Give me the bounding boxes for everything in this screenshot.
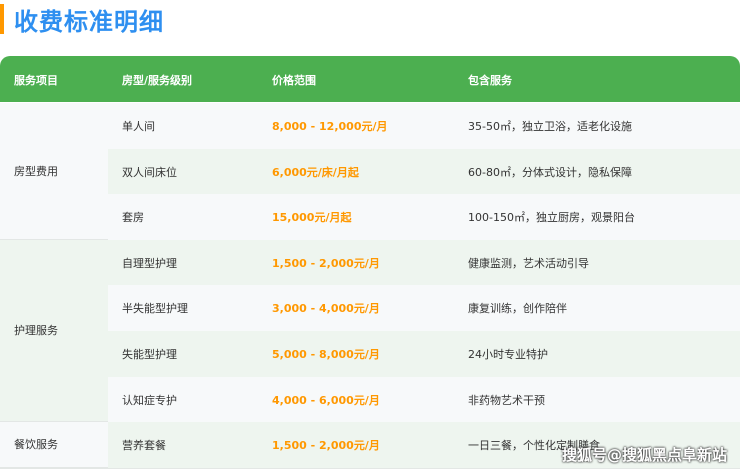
level-cell: 营养套餐 [122, 439, 166, 453]
watermark: 搜狐号@搜狐黑点阜新站 [562, 446, 728, 464]
table-row: 套房 15,000元/月起 100-150㎡，独立厨房，观景阳台 [0, 194, 740, 241]
price-cell: 15,000元/月起 [272, 211, 352, 225]
header-services: 包含服务 [468, 74, 512, 87]
title-accent-bar [0, 4, 4, 34]
price-cell: 3,000 - 4,000元/月 [272, 302, 380, 316]
table-row: 双人间床位 6,000元/床/月起 60-80㎡，分体式设计，隐私保障 [0, 148, 740, 196]
level-cell: 自理型护理 [122, 256, 177, 270]
level-cell: 双人间床位 [122, 165, 177, 179]
table-row: 单人间 8,000 - 12,000元/月 35-50㎡，独立卫浴，适老化设施 [0, 103, 740, 150]
level-cell: 认知症专护 [122, 393, 177, 407]
category-cell: 护理服务 [0, 239, 108, 423]
services-cell: 非药物艺术干预 [468, 393, 545, 407]
table-row: 认知症专护 4,000 - 6,000元/月 非药物艺术干预 [0, 376, 740, 424]
services-cell: 康复训练，创作陪伴 [468, 302, 567, 316]
level-cell: 半失能型护理 [122, 302, 188, 316]
services-cell: 35-50㎡，独立卫浴，适老化设施 [468, 120, 632, 133]
services-cell: 24小时专业特护 [468, 348, 548, 361]
page-title: 收费标准明细 [14, 8, 164, 36]
table-row: 失能型护理 5,000 - 8,000元/月 24小时专业特护 [0, 331, 740, 378]
price-cell: 4,000 - 6,000元/月 [272, 393, 380, 407]
price-cell: 6,000元/床/月起 [272, 165, 359, 179]
price-cell: 8,000 - 12,000元/月 [272, 120, 388, 133]
table-header: 服务项目 房型/服务级别 价格范围 包含服务 [0, 56, 740, 102]
fee-table: 服务项目 房型/服务级别 价格范围 包含服务 单人间 8,000 - 12,00… [0, 56, 740, 469]
services-cell: 健康监测，艺术活动引导 [468, 256, 589, 270]
price-cell: 5,000 - 8,000元/月 [272, 348, 380, 361]
header-category: 服务项目 [14, 74, 58, 87]
price-cell: 1,500 - 2,000元/月 [272, 439, 380, 453]
level-cell: 失能型护理 [122, 348, 177, 361]
price-cell: 1,500 - 2,000元/月 [272, 256, 380, 270]
services-cell: 60-80㎡，分体式设计，隐私保障 [468, 165, 632, 179]
table-row: 半失能型护理 3,000 - 4,000元/月 康复训练，创作陪伴 [0, 285, 740, 332]
header-level: 房型/服务级别 [122, 74, 193, 87]
table-row: 自理型护理 1,500 - 2,000元/月 健康监测，艺术活动引导 [0, 239, 740, 287]
services-cell: 100-150㎡，独立厨房，观景阳台 [468, 211, 635, 225]
header-price: 价格范围 [272, 74, 316, 87]
category-cell: 餐饮服务 [0, 422, 108, 468]
level-cell: 套房 [122, 211, 144, 225]
level-cell: 单人间 [122, 120, 155, 133]
category-cell: 房型费用 [0, 103, 108, 240]
